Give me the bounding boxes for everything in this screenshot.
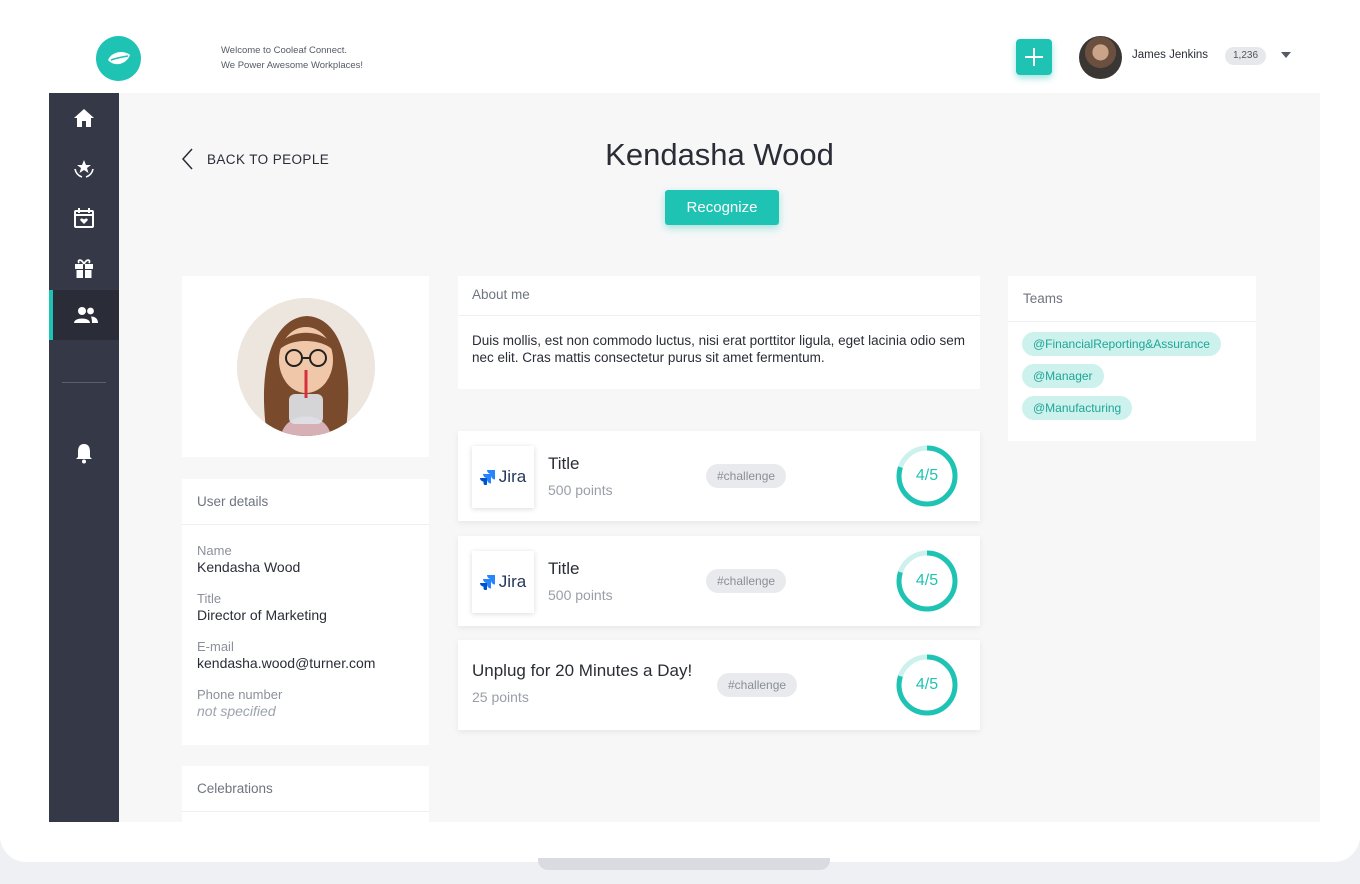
add-button[interactable] — [1016, 39, 1052, 75]
profile-photo-card — [182, 276, 429, 457]
jira-logo-text: Jira — [498, 572, 527, 591]
jira-icon — [479, 470, 495, 485]
user-points-badge: 1,236 — [1225, 47, 1267, 65]
team-tag[interactable]: @Manager — [1022, 364, 1104, 388]
sidebar-item-home[interactable] — [49, 93, 119, 143]
email-value[interactable]: kendasha.wood@turner.com — [197, 654, 414, 672]
profile-photo — [236, 297, 375, 436]
people-icon — [74, 307, 98, 323]
challenge-tag[interactable]: #challenge — [717, 673, 798, 697]
progress-value: 4/5 — [915, 467, 939, 484]
challenge-tag[interactable]: #challenge — [706, 569, 787, 593]
leaf-icon — [107, 51, 130, 64]
name-value: Kendasha Wood — [197, 559, 301, 575]
sidebar-item-notifications[interactable] — [49, 428, 119, 478]
teams-list: @FinancialReporting&Assurance @Manager @… — [1008, 322, 1256, 438]
main-content: BACK TO PEOPLE Kendasha Wood Recognize U… — [119, 93, 1320, 822]
welcome-text: Welcome to Cooleaf Connect. We Power Awe… — [221, 43, 363, 73]
welcome-line-2: We Power Awesome Workplaces! — [221, 60, 364, 71]
challenge-points: 500 points — [548, 482, 613, 498]
challenge-title: Title — [548, 559, 580, 578]
user-name[interactable]: James Jenkins — [1132, 49, 1208, 61]
email-label: E-mail — [197, 639, 234, 654]
bell-icon — [76, 444, 92, 464]
jira-logo-text: Jira — [498, 467, 527, 486]
sidebar-item-awards[interactable] — [49, 143, 119, 193]
challenge-card[interactable]: Unplug for 20 Minutes a Day! 25 points #… — [458, 640, 980, 730]
title-label: Title — [197, 591, 222, 606]
home-icon — [74, 109, 94, 127]
calendar-icon — [74, 208, 94, 228]
team-tag[interactable]: @FinancialReporting&Assurance — [1022, 332, 1221, 356]
top-bar: Welcome to Cooleaf Connect. We Power Awe… — [0, 0, 1360, 93]
celebrations-header: Celebrations — [182, 766, 429, 812]
profile-name: Kendasha Wood — [605, 137, 834, 172]
chevron-down-icon[interactable] — [1281, 52, 1291, 58]
sidebar — [49, 93, 119, 822]
phone-label: Phone number — [197, 687, 283, 702]
about-me-card: About me Duis mollis, est non commodo lu… — [458, 276, 980, 389]
challenge-points: 500 points — [548, 587, 613, 603]
about-me-header: About me — [458, 276, 980, 316]
challenge-tag[interactable]: #challenge — [706, 464, 787, 488]
about-me-text: Duis mollis, est non commodo luctus, nis… — [472, 333, 965, 365]
challenge-card[interactable]: Jira Title 500 points #challenge 4/5 — [458, 431, 980, 521]
sidebar-item-people[interactable] — [49, 290, 119, 340]
sidebar-divider — [62, 382, 106, 383]
gift-icon — [75, 259, 93, 278]
device-notch — [538, 858, 830, 870]
sidebar-item-rewards[interactable] — [49, 243, 119, 293]
plus-icon — [1025, 48, 1043, 66]
challenge-card[interactable]: Jira Title 500 points #challenge 4/5 — [458, 536, 980, 626]
recognize-button[interactable]: Recognize — [665, 190, 779, 225]
challenge-points: 25 points — [472, 689, 529, 705]
title-value: Director of Marketing — [197, 607, 327, 623]
user-avatar[interactable] — [1079, 36, 1122, 79]
user-details-header: User details — [182, 479, 429, 525]
user-details-card: User details Name Kendasha Wood Title Di… — [182, 479, 429, 745]
award-icon — [74, 160, 94, 178]
teams-header: Teams — [1008, 276, 1256, 322]
teams-card: Teams @FinancialReporting&Assurance @Man… — [1008, 276, 1256, 441]
sidebar-item-events[interactable] — [49, 193, 119, 243]
celebrations-card: Celebrations — [182, 766, 429, 822]
challenge-title: Unplug for 20 Minutes a Day! — [472, 661, 693, 680]
progress-value: 4/5 — [915, 572, 939, 589]
jira-logo: Jira — [472, 446, 534, 508]
jira-icon — [479, 575, 495, 590]
phone-value: not specified — [197, 703, 276, 719]
jira-logo: Jira — [472, 551, 534, 613]
challenge-title: Title — [548, 454, 580, 473]
welcome-line-1: Welcome to Cooleaf Connect. — [221, 45, 348, 56]
team-tag[interactable]: @Manufacturing — [1022, 396, 1133, 420]
progress-value: 4/5 — [915, 676, 939, 693]
device-frame: Welcome to Cooleaf Connect. We Power Awe… — [0, 0, 1360, 862]
cooleaf-logo[interactable] — [96, 36, 141, 81]
name-label: Name — [197, 543, 232, 558]
